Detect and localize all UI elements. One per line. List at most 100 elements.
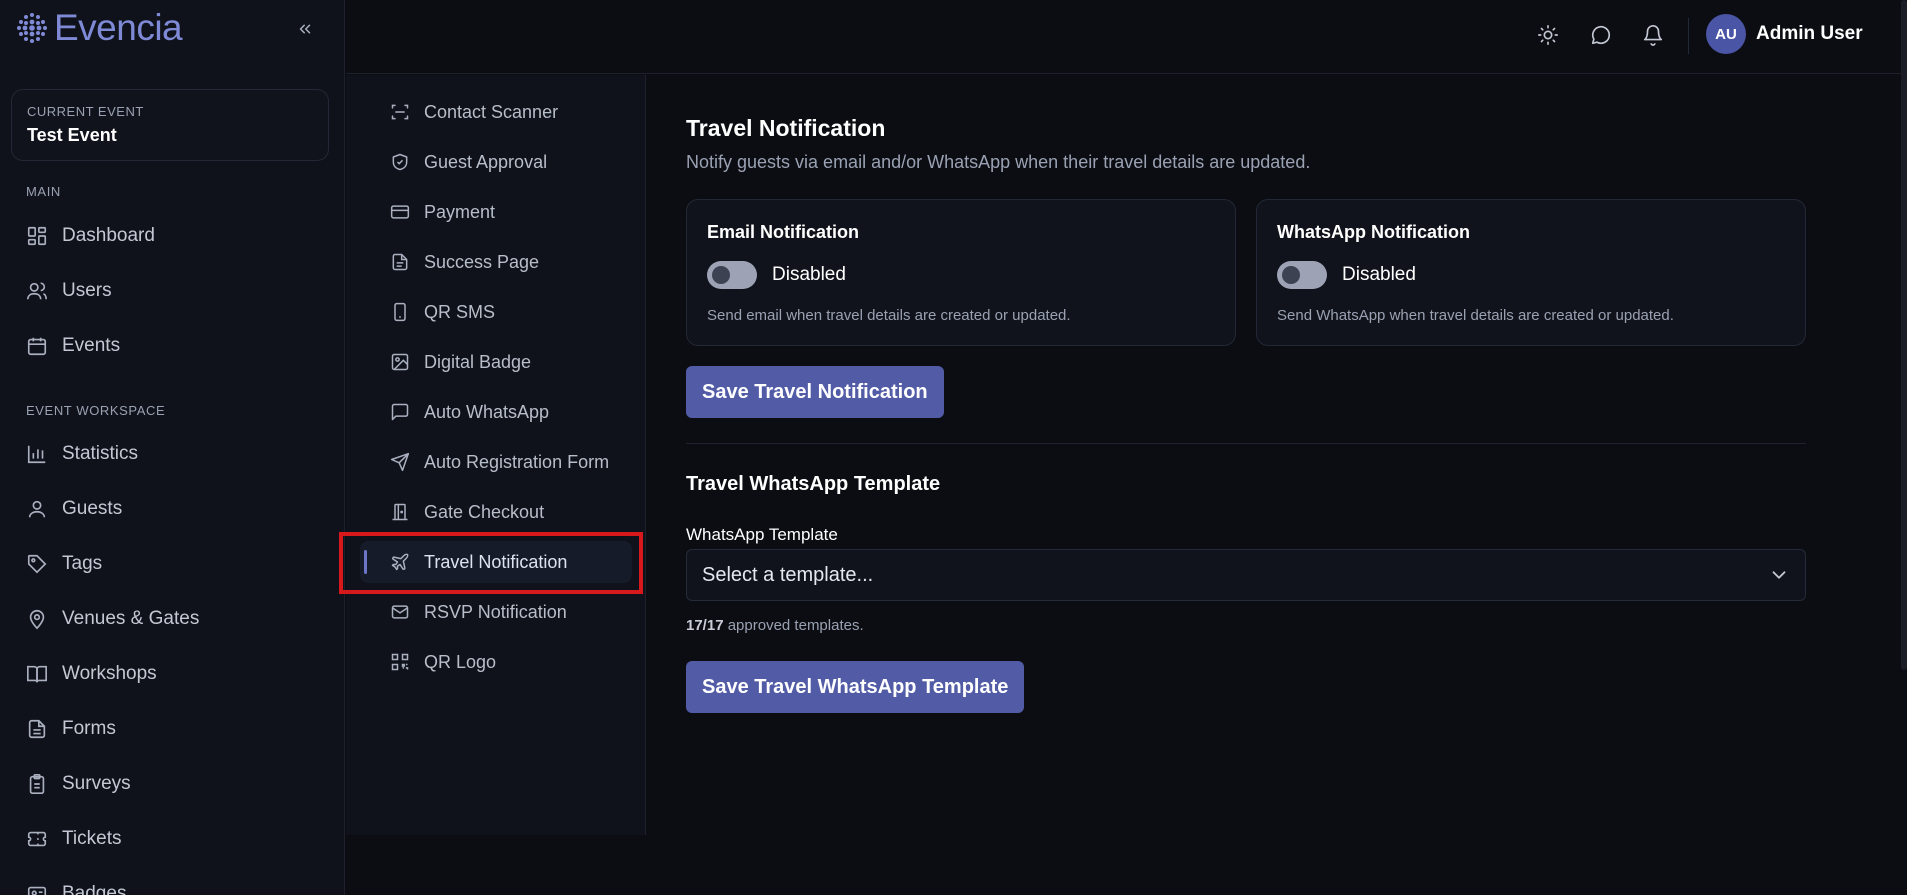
submenu-item-travel-notification[interactable]: Travel Notification	[360, 541, 632, 583]
email-notification-card: Email Notification Disabled Send email w…	[686, 199, 1236, 346]
brand-logo[interactable]: Evencia	[14, 7, 183, 48]
whatsapp-toggle-status: Disabled	[1342, 264, 1416, 285]
sidebar-item-label: Forms	[62, 718, 116, 739]
template-select-value: Select a template...	[702, 563, 874, 586]
submenu-item-success-page[interactable]: Success Page	[360, 241, 632, 283]
submenu-item-qr-sms[interactable]: QR SMS	[360, 291, 632, 333]
sidebar-item-label: Events	[62, 335, 121, 356]
submenu-item-label: Success Page	[424, 251, 540, 272]
dashboard-icon	[27, 226, 47, 246]
shield-check-icon	[392, 153, 408, 171]
section-divider	[686, 443, 1806, 444]
badge-icon	[27, 886, 47, 895]
submenu-item-label: Travel Notification	[424, 551, 568, 572]
section-label-workspace: EVENT WORKSPACE	[26, 403, 166, 418]
sidebar: Evencia CURRENT EVENT Test Event MAIN Da…	[0, 0, 345, 895]
tag-icon	[27, 554, 47, 574]
sidebar-item-label: Workshops	[62, 663, 157, 684]
submenu-item-label: Digital Badge	[424, 351, 532, 372]
sidebar-item-label: Tags	[62, 553, 103, 574]
top-bar	[346, 0, 1907, 74]
ticket-icon	[27, 831, 47, 847]
save-travel-whatsapp-template-button[interactable]: Save Travel WhatsApp Template	[686, 661, 1025, 713]
sidebar-item-label: Badges	[62, 883, 127, 895]
sun-icon	[1538, 25, 1558, 45]
sidebar-item-dashboard[interactable]: Dashboard	[26, 216, 155, 256]
save-travel-notification-button[interactable]: Save Travel Notification	[686, 366, 944, 418]
phone-icon	[394, 302, 406, 322]
submenu-item-label: Auto Registration Form	[424, 451, 610, 472]
sidebar-item-guests[interactable]: Guests	[26, 489, 122, 529]
page-scrollbar[interactable]	[1901, 0, 1907, 670]
email-notification-toggle[interactable]	[707, 261, 757, 289]
submenu-item-auto-whatsapp[interactable]: Auto WhatsApp	[360, 391, 632, 433]
toggle-knob	[1282, 266, 1300, 284]
submenu-item-rsvp-notification[interactable]: RSVP Notification	[360, 591, 632, 633]
scan-icon	[391, 104, 409, 120]
plane-icon	[391, 553, 409, 571]
submenu-item-guest-approval[interactable]: Guest Approval	[360, 141, 632, 183]
qr-code-icon	[391, 653, 409, 671]
file-text-icon	[28, 719, 46, 739]
message-circle-icon	[1591, 25, 1611, 45]
submenu-item-payment[interactable]: Payment	[360, 191, 632, 233]
whatsapp-notification-card: WhatsApp Notification Disabled Send What…	[1256, 199, 1806, 346]
calendar-icon	[27, 337, 47, 356]
user-name[interactable]: Admin User	[1756, 23, 1863, 45]
submenu-item-label: Payment	[424, 201, 496, 222]
sidebar-item-users[interactable]: Users	[26, 271, 112, 311]
whatsapp-template-label: WhatsApp Template	[686, 525, 838, 544]
brand-name: Evencia	[54, 7, 183, 48]
sidebar-item-label: Tickets	[62, 828, 122, 849]
submenu-item-label: RSVP Notification	[424, 601, 567, 622]
user-icon	[28, 500, 46, 518]
approved-templates-count: 17/17 approved templates.	[686, 617, 864, 634]
chevron-down-icon	[1772, 571, 1786, 579]
mail-icon	[391, 605, 409, 619]
section-label-main: MAIN	[26, 184, 61, 199]
send-icon	[390, 452, 410, 472]
submenu-item-label: Auto WhatsApp	[424, 401, 550, 422]
settings-submenu: Contact Scanner Guest Approval Payment S…	[346, 75, 646, 835]
topbar-divider	[1688, 18, 1689, 54]
sidebar-item-badges[interactable]: Badges	[26, 874, 126, 895]
current-event-name: Test Event	[27, 125, 117, 145]
messages-button[interactable]	[1588, 22, 1614, 48]
sidebar-item-venues-gates[interactable]: Venues & Gates	[26, 599, 199, 639]
toggle-knob	[712, 266, 730, 284]
bar-chart-icon	[27, 445, 46, 464]
submenu-item-digital-badge[interactable]: Digital Badge	[360, 341, 632, 383]
sidebar-item-label: Statistics	[62, 443, 139, 464]
sidebar-item-workshops[interactable]: Workshops	[26, 654, 157, 694]
notifications-button[interactable]	[1640, 22, 1666, 48]
sidebar-item-tags[interactable]: Tags	[26, 544, 102, 584]
book-open-icon	[27, 665, 47, 683]
sidebar-item-label: Guests	[62, 498, 123, 519]
submenu-item-contact-scanner[interactable]: Contact Scanner	[360, 91, 632, 133]
sidebar-item-surveys[interactable]: Surveys	[26, 764, 131, 804]
theme-toggle-button[interactable]	[1535, 22, 1561, 48]
sidebar-item-forms[interactable]: Forms	[26, 709, 116, 749]
avatar[interactable]: AU	[1706, 14, 1746, 54]
door-icon	[392, 503, 408, 521]
sidebar-item-tickets[interactable]: Tickets	[26, 819, 121, 859]
current-event-caption: CURRENT EVENT	[27, 104, 144, 119]
template-count-value: 17/17	[686, 617, 724, 634]
email-card-title: Email Notification	[707, 222, 860, 242]
submenu-item-label: QR SMS	[424, 301, 496, 322]
current-event-card[interactable]: CURRENT EVENT Test Event	[11, 89, 329, 161]
email-card-description: Send email when travel details are creat…	[707, 307, 1071, 324]
map-pin-icon	[29, 609, 45, 630]
submenu-item-auto-registration-form[interactable]: Auto Registration Form	[360, 441, 632, 483]
collapse-sidebar-button[interactable]	[290, 14, 320, 44]
sidebar-item-statistics[interactable]: Statistics	[26, 434, 138, 474]
submenu-item-qr-logo[interactable]: QR Logo	[360, 641, 632, 683]
email-toggle-status: Disabled	[772, 264, 846, 285]
submenu-item-gate-checkout[interactable]: Gate Checkout	[360, 491, 632, 533]
whatsapp-notification-toggle[interactable]	[1277, 261, 1327, 289]
sidebar-item-events[interactable]: Events	[26, 326, 120, 366]
chevrons-left-icon	[299, 24, 311, 34]
page-subtitle: Notify guests via email and/or WhatsApp …	[686, 152, 1311, 172]
whatsapp-template-select[interactable]: Select a template...	[686, 549, 1806, 601]
clipboard-icon	[29, 774, 45, 794]
